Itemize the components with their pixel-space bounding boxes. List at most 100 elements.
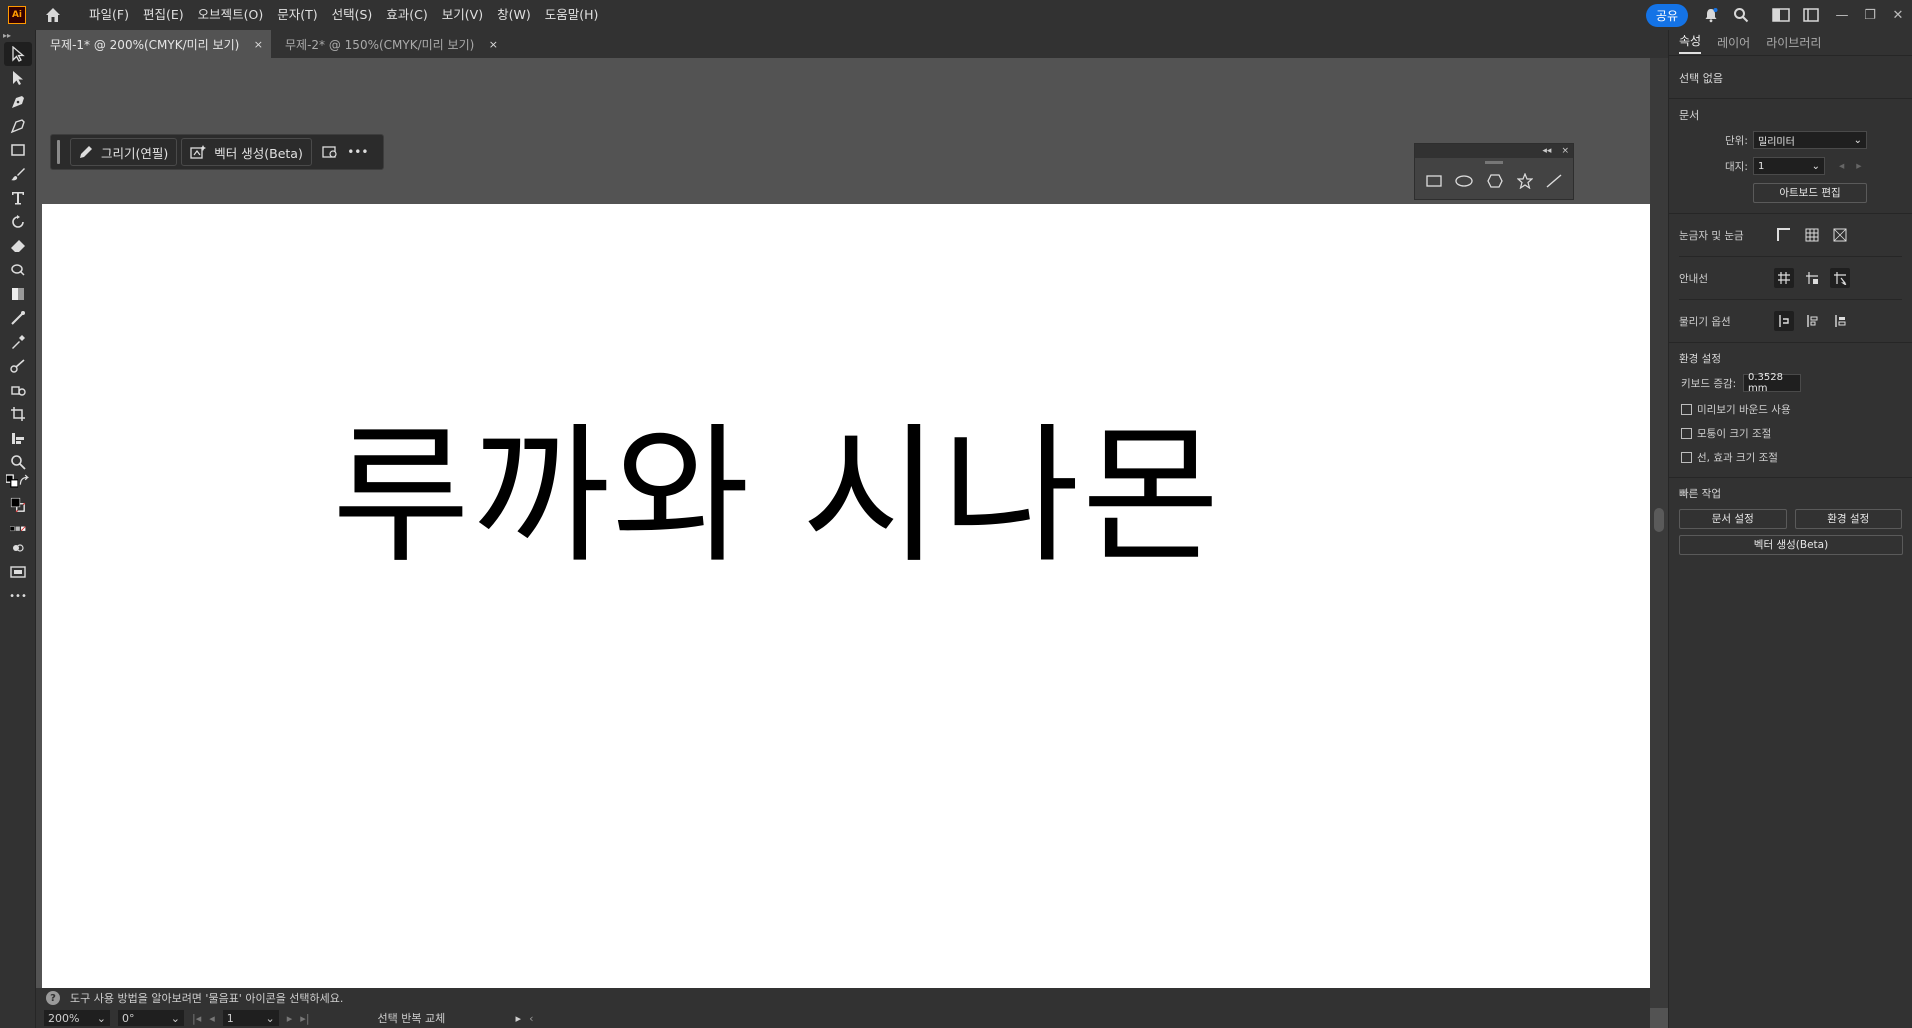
drag-handle[interactable] — [57, 140, 60, 164]
prev-artboard-icon[interactable]: ◂ — [209, 1012, 215, 1025]
tab-document-1[interactable]: 무제-1* @ 200%(CMYK/미리 보기) × — [36, 30, 271, 58]
generate-vector-panel-button[interactable]: 벡터 생성(Beta) — [1679, 535, 1903, 555]
artboard-tool-icon[interactable] — [0, 402, 36, 426]
edit-artboard-button[interactable]: 아트보드 편집 — [1753, 183, 1867, 203]
rectangle-tool-icon[interactable] — [0, 138, 36, 162]
close-icon[interactable]: × — [254, 38, 263, 51]
workspace-icon[interactable] — [1768, 0, 1794, 30]
rotate-tool-icon[interactable] — [0, 210, 36, 234]
mesh-tool-icon[interactable] — [0, 306, 36, 330]
tab-layers[interactable]: 레이어 — [1717, 34, 1750, 51]
shape-builder-tool-icon[interactable] — [0, 258, 36, 282]
menu-help[interactable]: 도움말(H) — [538, 0, 606, 30]
color-mode-icon[interactable] — [0, 522, 36, 536]
document-setup-button[interactable]: 문서 설정 — [1679, 509, 1787, 529]
help-icon[interactable]: ? — [46, 991, 60, 1005]
draw-pencil-button[interactable]: 그리기(연필) — [70, 138, 178, 166]
canvas[interactable]: 그리기(연필) 벡터 생성(Beta) ••• ◂◂ × 루까와 시나몬 — [36, 58, 1650, 988]
eyedropper-tool-icon[interactable] — [0, 330, 36, 354]
star-shape-icon[interactable] — [1516, 173, 1533, 189]
menu-view[interactable]: 보기(V) — [435, 0, 490, 30]
menu-effect[interactable]: 효과(C) — [379, 0, 434, 30]
grid-icon[interactable] — [1802, 225, 1822, 245]
fill-stroke-swatch-icon[interactable] — [0, 488, 36, 522]
screen-mode-icon[interactable] — [0, 560, 36, 584]
paintbrush-tool-icon[interactable] — [0, 162, 36, 186]
menu-type[interactable]: 문자(T) — [270, 0, 324, 30]
snap-to-point-icon[interactable] — [1774, 311, 1794, 331]
default-colors-icon[interactable] — [0, 474, 36, 488]
transparency-grid-icon[interactable] — [1830, 225, 1850, 245]
edit-toolbar-icon[interactable]: ••• — [0, 584, 36, 608]
next-artboard-icon[interactable]: ▸ — [1856, 160, 1861, 172]
gradient-tool-icon[interactable] — [0, 282, 36, 306]
lock-guides-icon[interactable] — [1802, 268, 1822, 288]
zoom-tool-icon[interactable] — [0, 450, 36, 474]
close-window-icon[interactable]: ✕ — [1884, 0, 1912, 30]
eraser-tool-icon[interactable] — [0, 234, 36, 258]
checkbox-icon[interactable] — [1681, 452, 1692, 463]
menu-edit[interactable]: 편집(E) — [136, 0, 191, 30]
type-tool-icon[interactable] — [0, 186, 36, 210]
artboard[interactable]: 루까와 시나몬 — [42, 204, 1650, 988]
menu-window[interactable]: 창(W) — [490, 0, 538, 30]
minimize-icon[interactable]: — — [1828, 0, 1856, 30]
checkbox-icon[interactable] — [1681, 428, 1692, 439]
unit-select[interactable]: 밀리미터 ⌄ — [1753, 131, 1867, 149]
curvature-tool-icon[interactable] — [0, 114, 36, 138]
search-icon[interactable] — [1728, 0, 1754, 30]
close-panel-icon[interactable]: × — [1561, 146, 1569, 156]
menu-object[interactable]: 오브젝트(O) — [191, 0, 271, 30]
selection-tool-icon[interactable] — [4, 42, 32, 66]
artwork-text[interactable]: 루까와 시나몬 — [332, 422, 1222, 572]
generate-vector-button[interactable]: 벡터 생성(Beta) — [181, 138, 312, 166]
rotation-select[interactable]: 0° ⌄ — [118, 1010, 184, 1026]
bell-icon[interactable] — [1698, 0, 1724, 30]
line-shape-icon[interactable] — [1546, 174, 1562, 188]
share-button[interactable]: 공유 — [1645, 3, 1688, 27]
blend-tool-icon[interactable] — [0, 354, 36, 378]
ruler-icon[interactable] — [1774, 225, 1794, 245]
status-menu-arrow-icon[interactable]: ▸ — [516, 1012, 522, 1025]
ellipse-shape-icon[interactable] — [1455, 174, 1474, 188]
checkbox-icon[interactable] — [1681, 404, 1692, 415]
image-trace-icon[interactable] — [316, 138, 344, 166]
rectangle-shape-icon[interactable] — [1426, 174, 1442, 188]
preview-bounds-checkbox[interactable]: 미리보기 바운드 사용 — [1681, 402, 1902, 417]
scroll-left-icon[interactable]: ‹ — [529, 1012, 533, 1025]
vertical-scrollbar[interactable] — [1650, 58, 1668, 1008]
menu-select[interactable]: 선택(S) — [325, 0, 380, 30]
collapse-toolbar-icon[interactable]: ▸▸ — [0, 30, 35, 42]
collapse-panel-icon[interactable]: ◂◂ — [1542, 146, 1551, 156]
artboard-number-select[interactable]: 1 ⌄ — [222, 1010, 279, 1026]
artboard-select[interactable]: 1 ⌄ — [1753, 157, 1825, 175]
show-guides-icon[interactable] — [1774, 268, 1794, 288]
snap-to-pixel-icon[interactable] — [1830, 311, 1850, 331]
preferences-button[interactable]: 환경 설정 — [1794, 509, 1902, 529]
more-options-icon[interactable]: ••• — [344, 138, 372, 166]
column-graph-tool-icon[interactable] — [0, 426, 36, 450]
tab-libraries[interactable]: 라이브러리 — [1766, 34, 1821, 51]
keyboard-increment-input[interactable]: 0.3528 mm — [1743, 372, 1801, 394]
scrollbar-thumb[interactable] — [1654, 508, 1664, 532]
zoom-select[interactable]: 200% ⌄ — [44, 1010, 110, 1026]
draw-mode-icon[interactable] — [0, 536, 36, 560]
close-icon[interactable]: × — [489, 38, 498, 51]
panel-layout-icon[interactable] — [1798, 0, 1824, 30]
tab-document-2[interactable]: 무제-2* @ 150%(CMYK/미리 보기) × — [271, 30, 506, 58]
symbol-sprayer-tool-icon[interactable] — [0, 378, 36, 402]
menu-file[interactable]: 파일(F) — [82, 0, 136, 30]
scale-corners-checkbox[interactable]: 모퉁이 크기 조절 — [1681, 426, 1902, 441]
last-artboard-icon[interactable]: ▸| — [300, 1012, 309, 1025]
direct-selection-tool-icon[interactable] — [0, 66, 36, 90]
pen-tool-icon[interactable] — [0, 90, 36, 114]
selection-mode-text[interactable]: 선택 반복 교체 — [378, 1010, 508, 1026]
prev-artboard-icon[interactable]: ◂ — [1839, 160, 1844, 172]
next-artboard-icon[interactable]: ▸ — [287, 1012, 293, 1025]
tab-properties[interactable]: 속성 — [1679, 32, 1702, 54]
home-icon[interactable] — [42, 4, 64, 26]
smart-guides-icon[interactable] — [1830, 268, 1850, 288]
polygon-shape-icon[interactable] — [1487, 174, 1503, 188]
restore-icon[interactable]: ❐ — [1856, 0, 1884, 30]
scale-strokes-checkbox[interactable]: 선, 효과 크기 조절 — [1681, 450, 1902, 465]
